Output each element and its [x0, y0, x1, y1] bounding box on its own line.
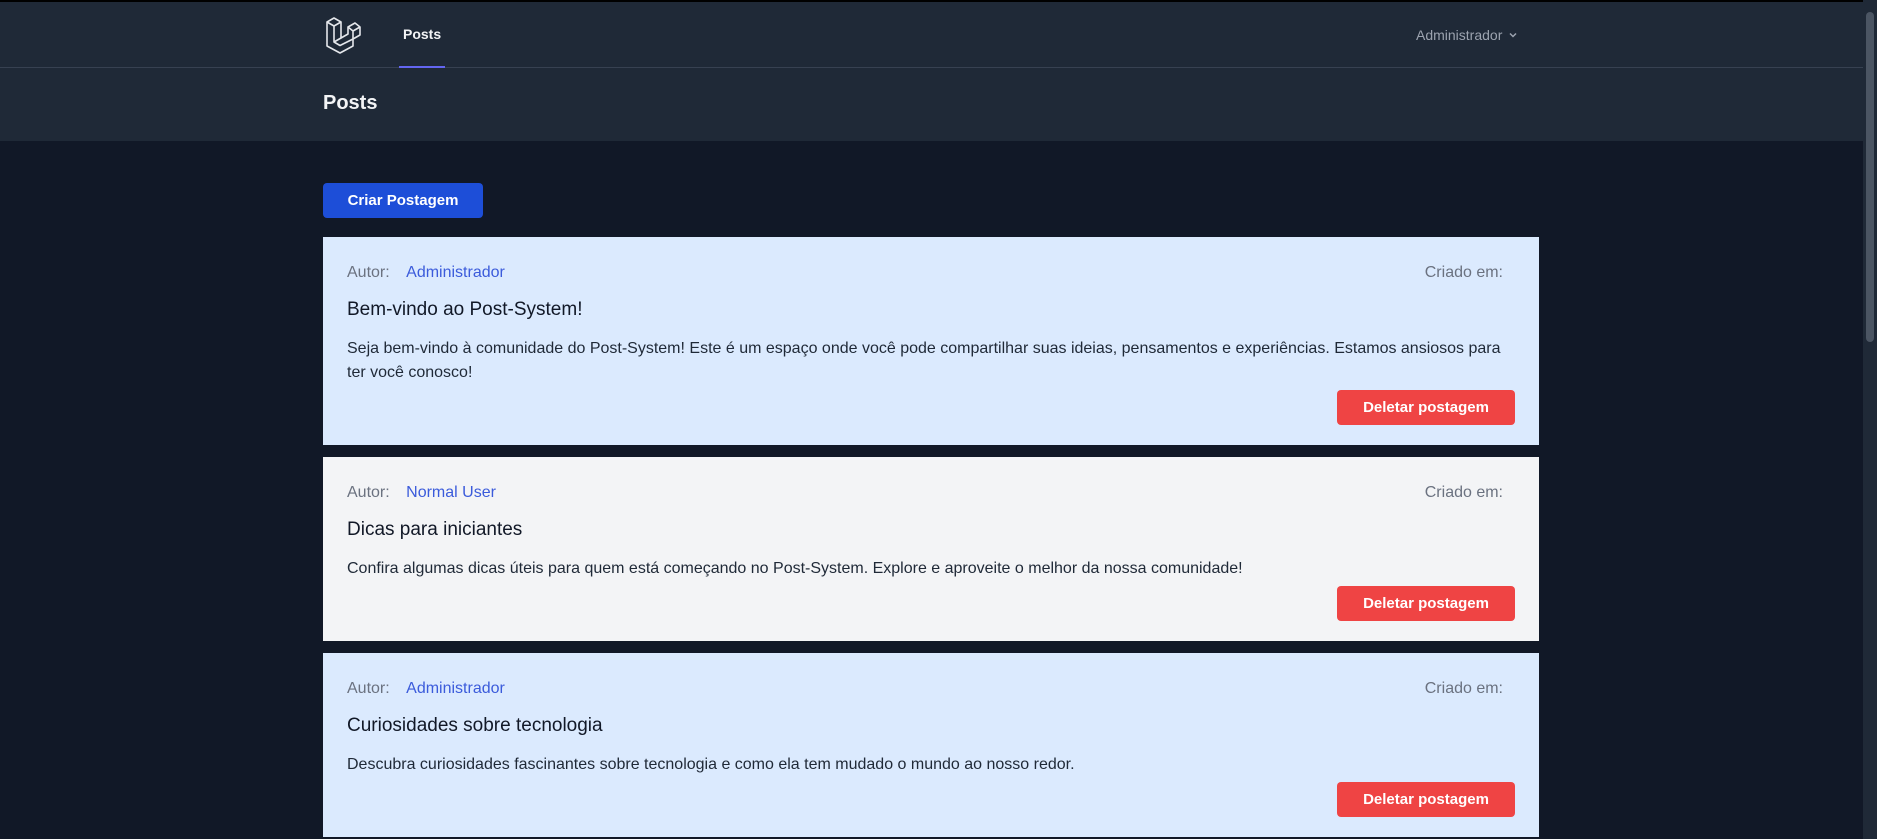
- post-created-at: Criado em:: [1424, 264, 1503, 281]
- post-created-at: Criado em:: [1424, 484, 1503, 501]
- delete-post-button[interactable]: Deletar postagem: [1337, 390, 1515, 425]
- delete-post-button[interactable]: Deletar postagem: [1337, 782, 1515, 817]
- post-card: Autor: Normal User Criado em: Dicas para…: [323, 457, 1539, 641]
- author-label: Autor:: [347, 680, 390, 697]
- post-card: Autor: Administrador Criado em: Curiosid…: [323, 653, 1539, 837]
- author-label: Autor:: [347, 484, 390, 501]
- post-title: Dicas para iniciantes: [347, 519, 523, 540]
- vertical-scrollbar[interactable]: [1863, 0, 1877, 839]
- author-name-link[interactable]: Administrador: [406, 264, 505, 281]
- create-post-button[interactable]: Criar Postagem: [323, 183, 483, 218]
- post-title: Bem-vindo ao Post-System!: [347, 299, 583, 320]
- post-author: Autor: Administrador: [347, 680, 505, 698]
- user-name: Administrador: [1416, 27, 1503, 43]
- author-name-link[interactable]: Administrador: [406, 680, 505, 697]
- post-body: Confira algumas dicas úteis para quem es…: [347, 560, 1243, 577]
- post-author: Autor: Administrador: [347, 264, 505, 282]
- nav-link-posts[interactable]: Posts: [399, 2, 446, 68]
- page-title: Posts: [323, 92, 378, 114]
- author-label: Autor:: [347, 264, 390, 281]
- page-header: Posts: [0, 68, 1877, 141]
- post-author: Autor: Normal User: [347, 484, 496, 502]
- post-created-at: Criado em:: [1424, 680, 1503, 697]
- chevron-down-icon: [1508, 27, 1518, 43]
- laravel-logo-icon[interactable]: [325, 16, 361, 54]
- post-body: Descubra curiosidades fascinantes sobre …: [347, 756, 1075, 773]
- top-navbar: Posts Administrador: [0, 2, 1877, 68]
- post-card: Autor: Administrador Criado em: Bem-vind…: [323, 237, 1539, 445]
- post-title: Curiosidades sobre tecnologia: [347, 715, 603, 736]
- author-name-link[interactable]: Normal User: [406, 484, 496, 501]
- user-menu-dropdown[interactable]: Administrador: [1416, 2, 1518, 68]
- post-body: Seja bem-vindo à comunidade do Post-Syst…: [347, 340, 1501, 381]
- delete-post-button[interactable]: Deletar postagem: [1337, 586, 1515, 621]
- scrollbar-thumb[interactable]: [1866, 12, 1874, 342]
